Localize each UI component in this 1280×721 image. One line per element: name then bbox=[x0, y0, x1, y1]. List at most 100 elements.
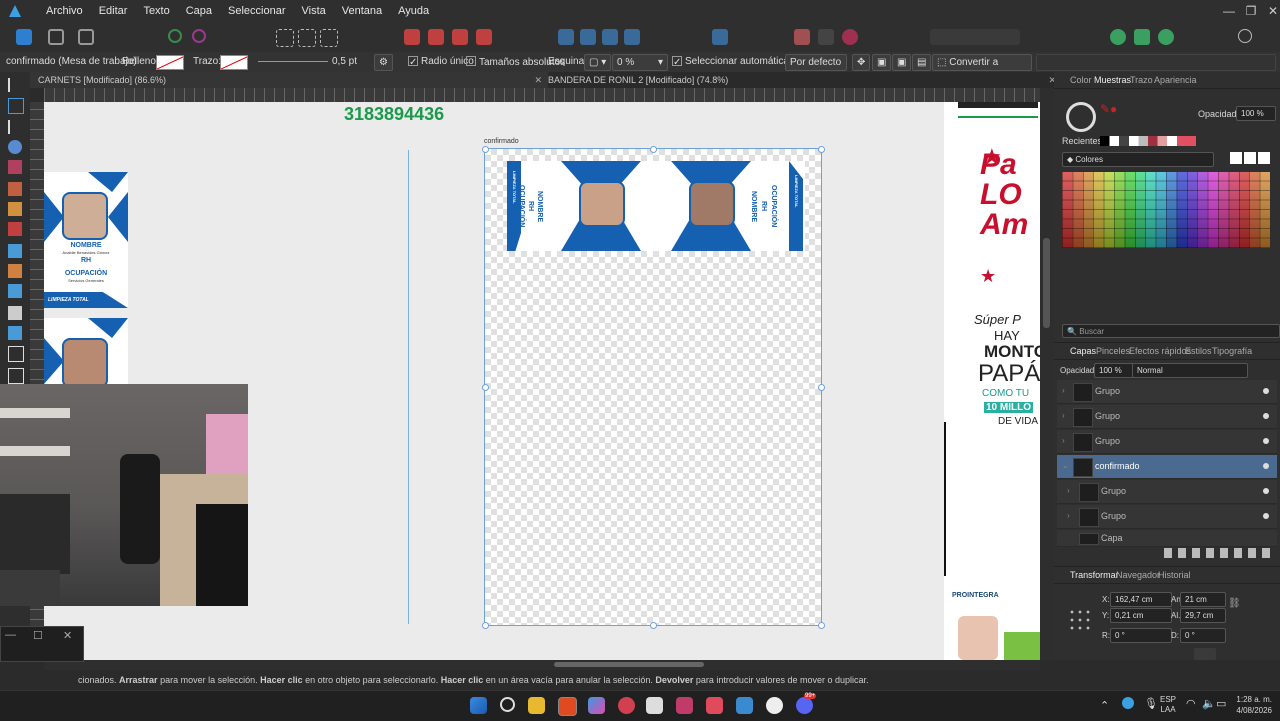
tab-efectos[interactable]: Efectos rápidos bbox=[1129, 346, 1191, 356]
boolean-subtract-icon[interactable] bbox=[428, 29, 444, 45]
assistant-icon[interactable] bbox=[1110, 29, 1126, 45]
snap-off-icon[interactable] bbox=[818, 29, 834, 45]
align-buttons-group[interactable] bbox=[1036, 54, 1276, 71]
blend-mode-dropdown[interactable]: Normal bbox=[1132, 363, 1248, 378]
selection-handle[interactable] bbox=[650, 622, 657, 629]
selection-handle[interactable] bbox=[482, 384, 489, 391]
file-explorer-icon[interactable] bbox=[528, 697, 545, 714]
menu-seleccionar[interactable]: Seleccionar bbox=[220, 5, 293, 17]
expand-arrow-icon[interactable]: › bbox=[1062, 386, 1065, 395]
fill-tool-icon[interactable] bbox=[8, 244, 22, 258]
wifi-icon[interactable]: ◠ bbox=[1186, 697, 1196, 710]
clock[interactable]: 1:28 a. m. 4/08/2026 bbox=[1228, 694, 1272, 716]
swatch-opacity-field[interactable]: 100 % bbox=[1236, 106, 1276, 121]
app-icon[interactable] bbox=[618, 697, 635, 714]
chatgpt-icon[interactable] bbox=[766, 697, 783, 714]
tab-tipografia[interactable]: Tipografía bbox=[1212, 346, 1252, 356]
auto-select-dropdown[interactable]: Por defecto bbox=[785, 54, 847, 71]
cloud-icon[interactable] bbox=[1122, 697, 1134, 709]
tab-carnets[interactable]: CARNETS [Modificado] (86.6%) ✕ bbox=[30, 72, 548, 88]
pen-tool-icon[interactable] bbox=[8, 182, 22, 196]
selection-handle[interactable] bbox=[818, 384, 825, 391]
preflight-icon[interactable] bbox=[1134, 29, 1150, 45]
menu-ventana[interactable]: Ventana bbox=[334, 5, 390, 17]
left-carnet-2[interactable] bbox=[44, 318, 128, 384]
anchor-grid-icon[interactable] bbox=[1068, 608, 1090, 630]
visibility-dot-icon[interactable] bbox=[1263, 463, 1269, 469]
left-carnet-1[interactable]: LT NOMBRE Anabile Benavides Gómez RH OCU… bbox=[44, 172, 128, 308]
horizontal-scrollbar[interactable] bbox=[44, 660, 1040, 670]
expand-arrow-icon[interactable]: › bbox=[1067, 511, 1070, 520]
maximize-icon[interactable]: ☐ bbox=[33, 629, 43, 642]
expand-arrow-icon[interactable]: › bbox=[1067, 486, 1070, 495]
tab-bandera[interactable]: BANDERA DE RONIL 2 [Modificado] (74.8%) ✕ bbox=[540, 72, 1062, 88]
poster-artwork[interactable]: PaLOAm ★ ★ Súper P HAY MONTO PAPÁ COMO T… bbox=[944, 102, 1040, 660]
menu-texto[interactable]: Texto bbox=[135, 5, 177, 17]
layers-opacity-field[interactable]: 100 % bbox=[1094, 363, 1134, 378]
brave-browser-icon[interactable] bbox=[558, 697, 577, 716]
link-proportions-icon[interactable]: ⛓ bbox=[1228, 598, 1241, 609]
settings-gear-icon[interactable] bbox=[192, 29, 206, 43]
move-tool-icon[interactable] bbox=[8, 78, 24, 92]
minimize-icon[interactable]: — bbox=[5, 629, 16, 641]
artboard-tool-icon[interactable] bbox=[8, 98, 24, 114]
snapping-magnet-icon[interactable] bbox=[842, 29, 858, 45]
y-field[interactable]: 0,21 cm bbox=[1110, 608, 1172, 623]
layer-row[interactable]: › Grupo bbox=[1057, 380, 1277, 404]
transparency-tool-icon[interactable] bbox=[8, 264, 22, 278]
layer-row-selected[interactable]: ⌄ confirmado bbox=[1057, 455, 1277, 479]
affinity-publisher-icon[interactable] bbox=[676, 697, 693, 714]
stroke-width-value[interactable]: 0,5 pt bbox=[332, 56, 357, 67]
close-window-button[interactable]: ✕ bbox=[1258, 0, 1280, 22]
layer-row[interactable]: › Grupo bbox=[1057, 430, 1277, 454]
flip-horizontal-icon[interactable] bbox=[558, 29, 574, 45]
menu-ayuda[interactable]: Ayuda bbox=[390, 5, 437, 17]
x-field[interactable]: 162,47 cm bbox=[1110, 592, 1172, 607]
artboard-confirmado[interactable]: NOMBRE RH OCUPACIÓN LIMPIEZA TOTAL NOMBR… bbox=[482, 146, 825, 629]
boolean-intersect-icon[interactable] bbox=[452, 29, 468, 45]
tab-trazo[interactable]: Trazo bbox=[1130, 75, 1153, 85]
copilot-icon[interactable] bbox=[588, 697, 605, 714]
palette-dropdown[interactable]: ◆ Colores bbox=[1062, 152, 1214, 167]
rotate-right-icon[interactable] bbox=[624, 29, 640, 45]
eyedropper-icon[interactable]: ✎● bbox=[1100, 102, 1117, 116]
single-radius-checkbox[interactable]: ✓ Radio único bbox=[408, 56, 474, 68]
lock-icon[interactable]: ▤ bbox=[912, 54, 932, 71]
boolean-divide-icon[interactable] bbox=[476, 29, 492, 45]
layer-row[interactable]: › Grupo bbox=[1057, 505, 1277, 529]
account-icon[interactable] bbox=[1238, 29, 1252, 43]
align-top-icon[interactable] bbox=[712, 29, 728, 45]
close-icon[interactable]: ✕ bbox=[63, 629, 72, 642]
contour-tool-icon[interactable] bbox=[8, 140, 22, 154]
selection-handle[interactable] bbox=[818, 146, 825, 153]
corner-value-field[interactable]: 0 % ▾ bbox=[612, 54, 668, 71]
transform-options-button[interactable] bbox=[1194, 648, 1216, 660]
battery-icon[interactable]: ▭ bbox=[1216, 697, 1226, 710]
menu-archivo[interactable]: Archivo bbox=[38, 5, 91, 17]
pencil-tool-icon[interactable] bbox=[8, 202, 22, 216]
microphone-icon[interactable]: 🎙 bbox=[1144, 697, 1158, 710]
fill-swatch[interactable] bbox=[156, 55, 184, 70]
crop-tool-icon[interactable] bbox=[8, 346, 24, 362]
collapse-arrow-icon[interactable]: ⌄ bbox=[1062, 461, 1069, 470]
tab-pinceles[interactable]: Pinceles bbox=[1096, 346, 1130, 356]
boolean-add-icon[interactable] bbox=[404, 29, 420, 45]
distribute-icon[interactable] bbox=[298, 29, 316, 47]
rotate-left-icon[interactable] bbox=[602, 29, 618, 45]
tab-apariencia[interactable]: Apariencia bbox=[1154, 75, 1197, 85]
convert-to-curves-button[interactable]: ⬚ Convertir a curvas bbox=[932, 54, 1032, 83]
rotation-field[interactable]: 0 ° bbox=[1110, 628, 1172, 643]
visibility-dot-icon[interactable] bbox=[1263, 438, 1269, 444]
vector-brush-icon[interactable] bbox=[8, 222, 22, 236]
tab-capas[interactable]: Capas bbox=[1070, 346, 1096, 356]
visibility-dot-icon[interactable] bbox=[1263, 388, 1269, 394]
discord-icon[interactable] bbox=[796, 697, 813, 714]
layer-row[interactable]: › Grupo bbox=[1057, 405, 1277, 429]
transform-origin-icon[interactable]: ✥ bbox=[852, 54, 871, 71]
tab-transformar[interactable]: Transformar bbox=[1070, 570, 1119, 580]
tab-estilos[interactable]: Estilos bbox=[1185, 346, 1212, 356]
fill-stroke-swatch[interactable] bbox=[1066, 102, 1096, 132]
expand-arrow-icon[interactable]: › bbox=[1062, 411, 1065, 420]
stroke-settings-gear-icon[interactable]: ⚙ bbox=[374, 54, 393, 71]
visibility-dot-icon[interactable] bbox=[1263, 413, 1269, 419]
